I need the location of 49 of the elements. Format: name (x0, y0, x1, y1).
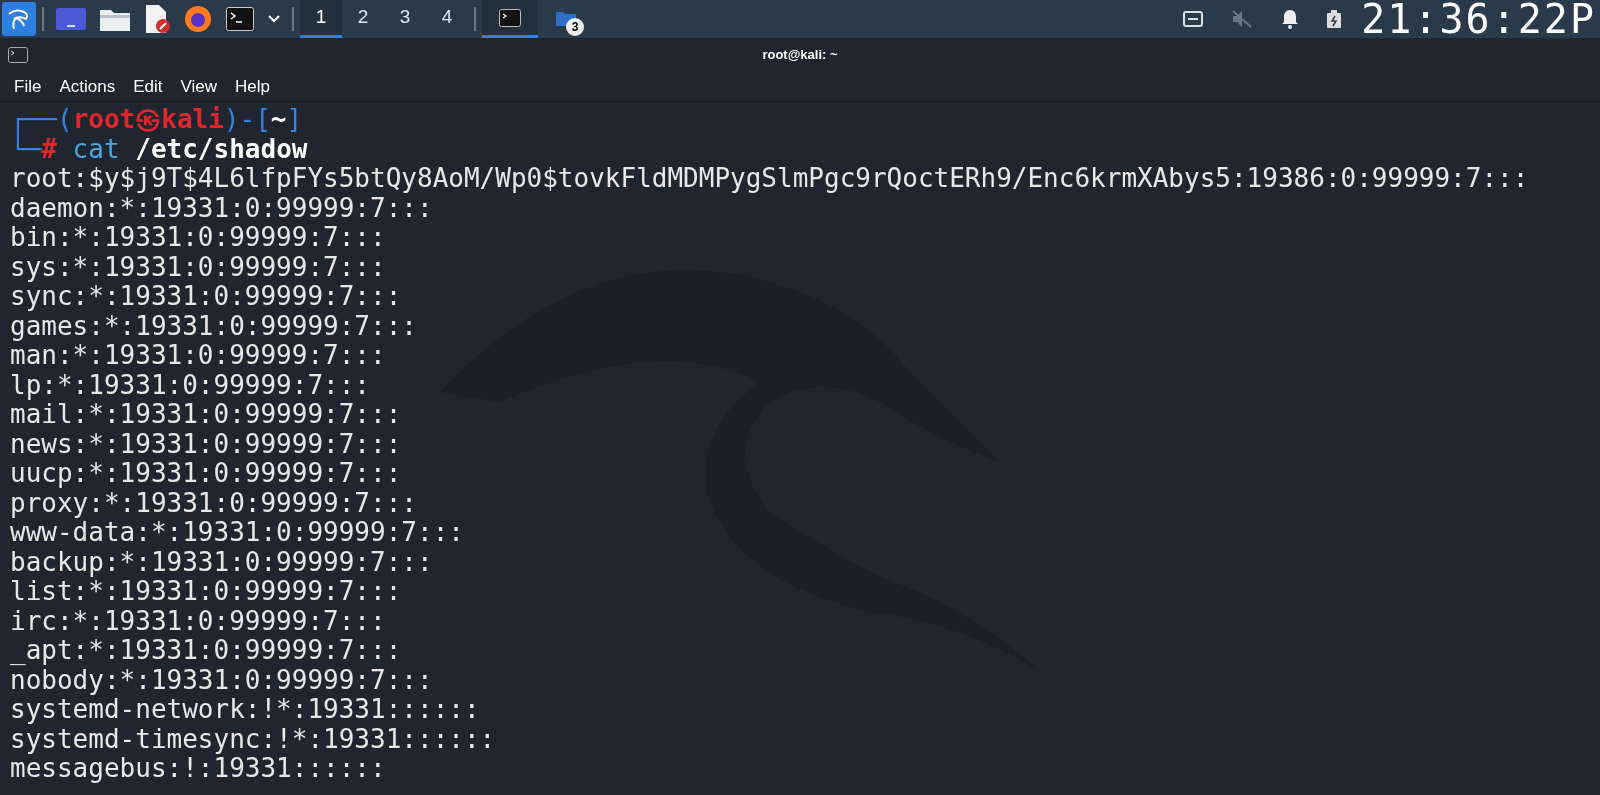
battery-icon[interactable] (1327, 10, 1342, 28)
output-line: systemd-timesync:!*:19331:::::: (10, 724, 496, 754)
output-line: mail:*:19331:0:99999:7::: (10, 400, 402, 430)
workspace-tab[interactable]: 1 (300, 0, 342, 38)
output-line: sync:*:19331:0:99999:7::: (10, 282, 402, 312)
output-line: bin:*:19331:0:99999:7::: (10, 223, 386, 253)
workspace-tab[interactable]: 4 (426, 0, 468, 38)
terminal-icon[interactable] (226, 7, 254, 31)
menu-item[interactable]: Help (227, 73, 278, 100)
output-line: proxy:*:19331:0:99999:7::: (10, 488, 417, 518)
output-line: sys:*:19331:0:99999:7::: (10, 252, 386, 282)
output-line: uucp:*:19331:0:99999:7::: (10, 459, 402, 489)
output-line: www-data:*:19331:0:99999:7::: (10, 518, 464, 548)
menu-item[interactable]: View (172, 73, 225, 100)
output-line: list:*:19331:0:99999:7::: (10, 577, 402, 607)
app-menu-button[interactable] (2, 2, 36, 36)
menu-item[interactable]: Actions (51, 73, 124, 100)
task-button[interactable]: 3 (538, 0, 594, 38)
output-line: messagebus:!:19331:::::: (10, 754, 386, 784)
output-line: news:*:19331:0:99999:7::: (10, 429, 402, 459)
workspace-tab[interactable]: 3 (384, 0, 426, 38)
output-line: irc:*:19331:0:99999:7::: (10, 606, 386, 636)
output-line: root:$y$j9T$4L6lfpFYs5btQy8AoM/Wp0$tovkFldMDMPygSlmPgc9rQoctERh9/Enc6krmXAbys5:19386:0:99999:7::: (10, 164, 1529, 194)
prompt-line: ┌──(root㉿kali)-[~] (10, 105, 303, 135)
desktop-icon[interactable] (56, 8, 86, 30)
output-line: systemd-network:!*:19331:::::: (10, 695, 480, 725)
terminal-icon (499, 8, 521, 27)
count-badge: 3 (566, 18, 584, 36)
folder-icon[interactable] (100, 7, 130, 31)
document-edit-icon[interactable] (144, 5, 170, 33)
prompt-line: └─# cat /etc/shadow (10, 134, 308, 164)
window-title: root@kali: ~ (762, 46, 838, 65)
output-line: games:*:19331:0:99999:7::: (10, 311, 417, 341)
caret-icon[interactable] (268, 15, 280, 23)
output-line: nobody:*:19331:0:99999:7::: (10, 665, 433, 695)
bell-icon[interactable] (1281, 9, 1300, 29)
menu-item[interactable]: File (6, 73, 50, 100)
output-line: lp:*:19331:0:99999:7::: (10, 370, 371, 400)
output-line: daemon:*:19331:0:99999:7::: (10, 193, 433, 223)
network-icon[interactable] (1183, 11, 1204, 27)
terminal-icon (8, 47, 28, 63)
menu-item[interactable]: Edit (125, 73, 171, 100)
volume-muted-icon[interactable] (1231, 9, 1254, 29)
workspace-tab[interactable]: 2 (342, 0, 384, 38)
task-button[interactable] (482, 0, 538, 38)
output-line: _apt:*:19331:0:99999:7::: (10, 636, 402, 666)
output-line: man:*:19331:0:99999:7::: (10, 341, 386, 371)
clock: 21:36:22P (1361, 0, 1596, 38)
output-line: backup:*:19331:0:99999:7::: (10, 547, 433, 577)
